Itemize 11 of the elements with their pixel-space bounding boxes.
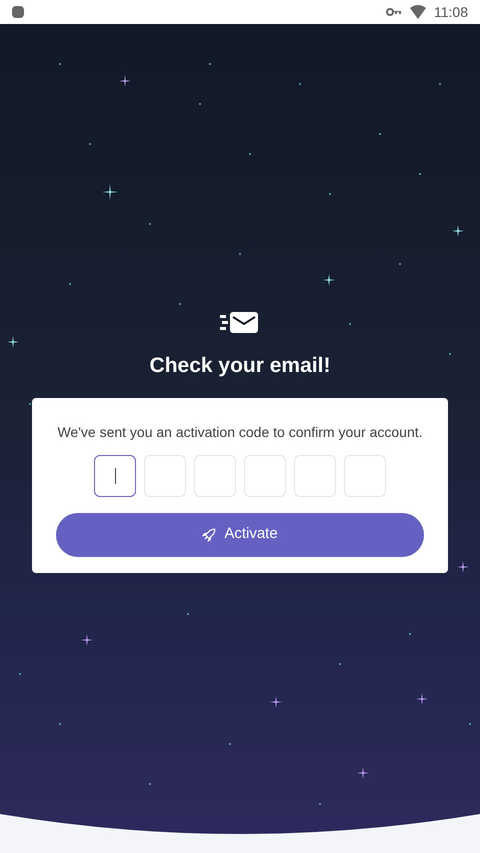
page-title: Check your email! xyxy=(150,353,330,379)
message-text: We've sent you an activation code to confirm your account. xyxy=(57,422,423,442)
text-cursor-icon xyxy=(114,468,116,484)
key-icon xyxy=(386,7,402,17)
notification-icon xyxy=(12,6,24,18)
status-time: 11:08 xyxy=(434,2,468,22)
rocket-icon xyxy=(202,528,216,542)
email-icon xyxy=(220,312,260,334)
activate-button[interactable]: Activate xyxy=(56,512,424,556)
wifi-icon xyxy=(410,5,426,19)
code-digit-field[interactable] xyxy=(94,454,136,496)
